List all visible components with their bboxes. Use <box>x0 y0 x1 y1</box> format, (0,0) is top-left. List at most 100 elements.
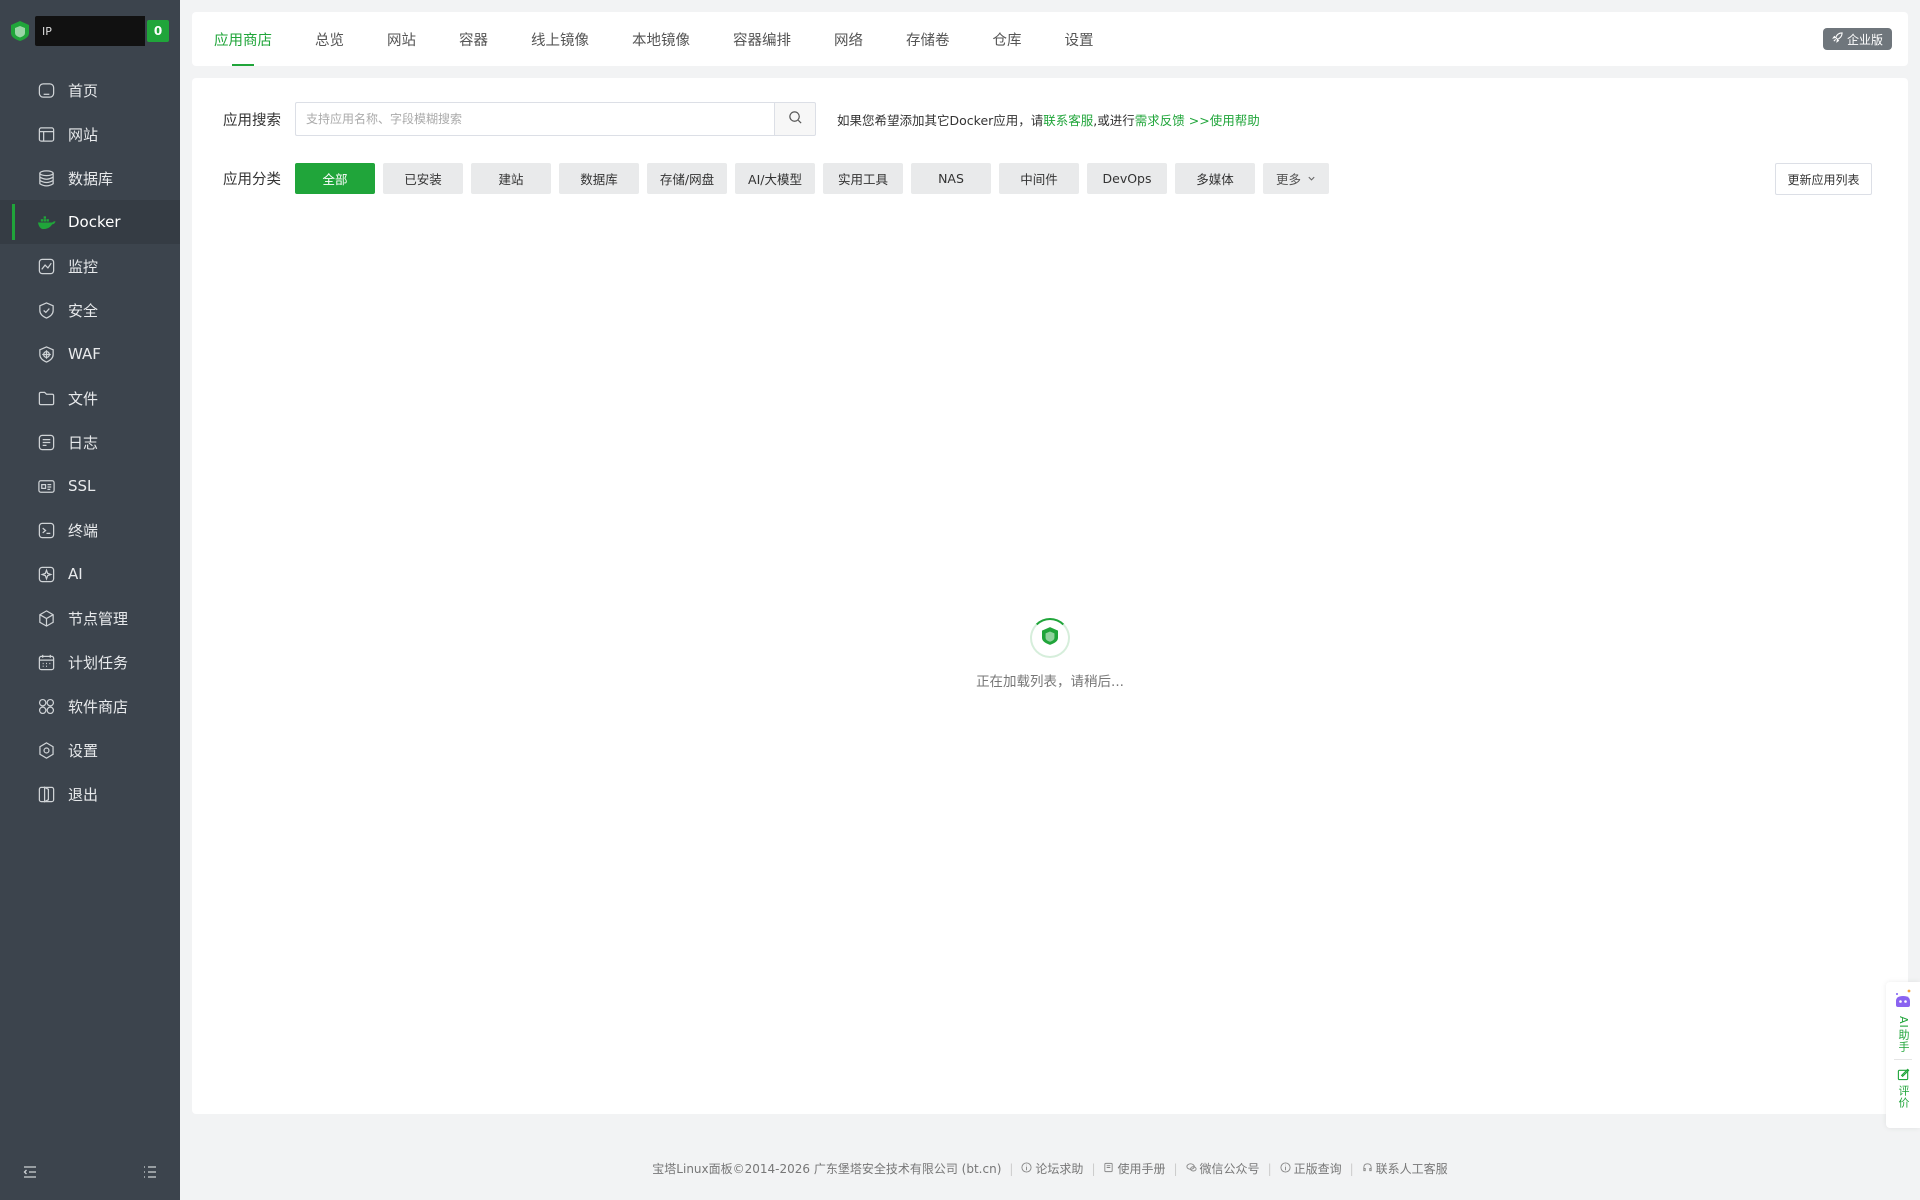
sidebar-item-logs[interactable]: 日志 <box>0 420 180 464</box>
docker-tabbar: 应用商店 总览 网站 容器 线上镜像 本地镜像 容器编排 网络 存储卷 仓库 设… <box>192 12 1908 66</box>
tab-compose[interactable]: 容器编排 <box>733 12 791 66</box>
feedback-link[interactable]: 需求反馈 <box>1135 113 1185 128</box>
sidebar-item-label: 设置 <box>68 741 99 760</box>
sidebar-item-home[interactable]: 首页 <box>0 68 180 112</box>
license-query-link[interactable]: 正版查询 <box>1280 1160 1342 1177</box>
category-label: 应用分类 <box>223 172 281 188</box>
sidebar-item-security[interactable]: 安全 <box>0 288 180 332</box>
hint-text-mid: ,或进行 <box>1093 112 1135 128</box>
search-hint: 如果您希望添加其它Docker应用，请联系客服,或进行需求反馈 >>使用帮助 <box>837 110 1260 129</box>
enterprise-label: 企业版 <box>1846 32 1883 47</box>
shield-icon <box>36 300 56 320</box>
sidebar-item-ai[interactable]: AI <box>0 552 180 596</box>
category-nas[interactable]: NAS <box>911 163 991 194</box>
category-storage[interactable]: 存储/网盘 <box>647 163 727 194</box>
tab-app-store[interactable]: 应用商店 <box>214 12 272 66</box>
category-more-dropdown[interactable]: 更多 <box>1263 163 1329 194</box>
app-store-panel: 应用搜索 如果您希望添加其它Docker应用，请联系客服,或进行需求反馈 >>使… <box>192 78 1908 1114</box>
collapse-sidebar-icon[interactable] <box>22 1164 38 1184</box>
folder-icon <box>36 388 56 408</box>
sidebar-item-database[interactable]: 数据库 <box>0 156 180 200</box>
sidebar-item-waf[interactable]: WAF <box>0 332 180 376</box>
wechat-icon <box>1186 1162 1197 1176</box>
bt-logo-icon <box>10 20 30 42</box>
ai-assistant-label[interactable]: AI助手 <box>1895 1016 1911 1053</box>
category-ai[interactable]: AI/大模型 <box>735 163 815 194</box>
ai-assistant-icon[interactable] <box>1892 988 1914 1016</box>
category-installed[interactable]: 已安装 <box>383 163 463 194</box>
tab-network[interactable]: 网络 <box>834 12 863 66</box>
wechat-link[interactable]: 微信公众号 <box>1186 1160 1260 1177</box>
sidebar-item-store[interactable]: 软件商店 <box>0 684 180 728</box>
wechat-label: 微信公众号 <box>1199 1162 1260 1176</box>
search-button[interactable] <box>774 102 816 136</box>
store-icon <box>36 696 56 716</box>
category-tools[interactable]: 实用工具 <box>823 163 903 194</box>
waf-icon <box>36 344 56 364</box>
docker-icon <box>36 212 56 232</box>
book-icon <box>1103 1162 1114 1176</box>
server-ip[interactable]: IP <box>35 16 145 46</box>
category-database[interactable]: 数据库 <box>559 163 639 194</box>
loading-indicator: 正在加载列表，请稍后... <box>192 618 1908 690</box>
sidebar-item-files[interactable]: 文件 <box>0 376 180 420</box>
contact-support-footer-link[interactable]: 联系人工客服 <box>1362 1160 1448 1177</box>
sidebar-item-label: 安全 <box>68 301 99 320</box>
category-all[interactable]: 全部 <box>295 163 375 194</box>
notification-count[interactable]: 0 <box>147 20 169 42</box>
sidebar-item-nodes[interactable]: 节点管理 <box>0 596 180 640</box>
enterprise-badge[interactable]: 企业版 <box>1822 28 1892 50</box>
tab-containers[interactable]: 容器 <box>459 12 488 66</box>
tab-online-images[interactable]: 线上镜像 <box>531 12 589 66</box>
tab-volumes[interactable]: 存储卷 <box>906 12 950 66</box>
category-middleware[interactable]: 中间件 <box>999 163 1079 194</box>
forum-help-link[interactable]: 论坛求助 <box>1021 1160 1083 1177</box>
copyright-text: 宝塔Linux面板©2014-2026 广东堡塔安全技术有限公司 (bt.cn) <box>652 1162 1002 1176</box>
category-devops[interactable]: DevOps <box>1087 163 1167 194</box>
app-search-input[interactable] <box>295 102 774 136</box>
category-website[interactable]: 建站 <box>471 163 551 194</box>
sidebar-item-website[interactable]: 网站 <box>0 112 180 156</box>
category-row: 应用分类 全部 已安装 建站 数据库 存储/网盘 AI/大模型 实用工具 NAS… <box>223 163 1337 194</box>
sidebar-item-ssl[interactable]: SSL <box>0 464 180 508</box>
edit-icon <box>1897 1066 1910 1085</box>
sidebar-item-label: 退出 <box>68 785 99 804</box>
manual-link[interactable]: 使用手册 <box>1103 1160 1166 1177</box>
tab-registry[interactable]: 仓库 <box>993 12 1022 66</box>
sidebar-item-terminal[interactable]: 终端 <box>0 508 180 552</box>
category-media[interactable]: 多媒体 <box>1175 163 1255 194</box>
headset-icon <box>1362 1162 1373 1176</box>
ssl-icon <box>36 476 56 496</box>
loading-spinner <box>1030 618 1070 658</box>
sidebar-item-logout[interactable]: 退出 <box>0 772 180 816</box>
log-icon <box>36 432 56 452</box>
sidebar-item-settings[interactable]: 设置 <box>0 728 180 772</box>
brand: IP 0 <box>10 16 170 46</box>
hint-text: 如果您希望添加其它Docker应用，请 <box>837 112 1044 128</box>
sidebar-item-cron[interactable]: 计划任务 <box>0 640 180 684</box>
menu-list-icon[interactable] <box>142 1164 158 1184</box>
help-link[interactable]: >>使用帮助 <box>1185 113 1260 128</box>
sidebar-item-docker[interactable]: Docker <box>0 200 180 244</box>
info-circle-icon <box>1021 1161 1032 1176</box>
tab-overview[interactable]: 总览 <box>315 12 344 66</box>
update-app-list-button[interactable]: 更新应用列表 <box>1775 163 1872 195</box>
manual-label: 使用手册 <box>1117 1162 1166 1176</box>
contact-support-label: 联系人工客服 <box>1375 1162 1448 1176</box>
tab-local-images[interactable]: 本地镜像 <box>632 12 690 66</box>
review-label[interactable]: 评价 <box>1895 1085 1911 1109</box>
sidebar-item-label: WAF <box>68 345 101 363</box>
footer: 宝塔Linux面板©2014-2026 广东堡塔安全技术有限公司 (bt.cn)… <box>652 1160 1448 1177</box>
home-icon <box>36 80 56 100</box>
sidebar-item-label: 首页 <box>68 81 99 100</box>
sidebar-item-label: 日志 <box>68 433 99 452</box>
loading-text: 正在加载列表，请稍后... <box>976 674 1124 690</box>
sidebar-item-label: 数据库 <box>68 169 114 188</box>
sidebar-item-monitor[interactable]: 监控 <box>0 244 180 288</box>
contact-support-link[interactable]: 联系客服 <box>1043 113 1093 128</box>
license-query-label: 正版查询 <box>1293 1162 1342 1176</box>
category-more-label: 更多 <box>1275 172 1301 187</box>
tab-settings[interactable]: 设置 <box>1065 12 1094 66</box>
tab-website[interactable]: 网站 <box>387 12 416 66</box>
sidebar-item-label: 文件 <box>68 389 99 408</box>
